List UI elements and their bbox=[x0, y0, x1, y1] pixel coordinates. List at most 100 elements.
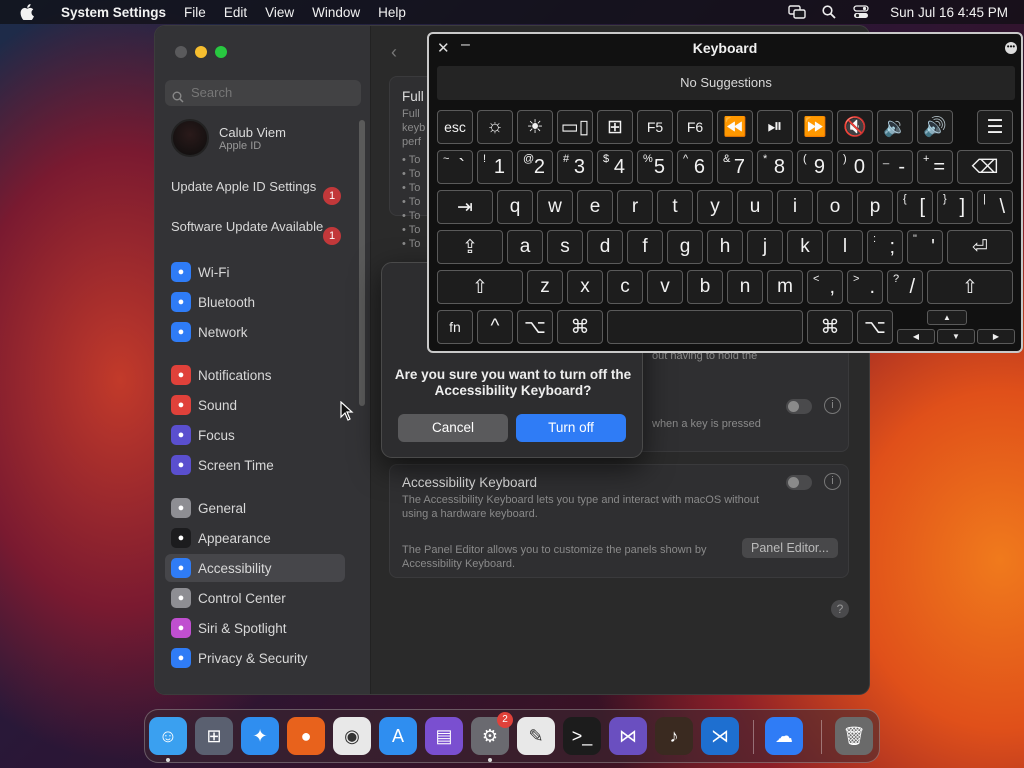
key-;[interactable]: :; bbox=[867, 230, 903, 264]
info-icon[interactable]: i bbox=[824, 473, 841, 490]
key-q[interactable]: q bbox=[497, 190, 533, 224]
sidebar-item-privacy-security[interactable]: ● Privacy & Security bbox=[165, 644, 345, 672]
sidebar-item-control-center[interactable]: ● Control Center bbox=[165, 584, 345, 612]
key-'[interactable]: " ' bbox=[907, 230, 943, 264]
key-4[interactable]: $4 bbox=[597, 150, 633, 184]
finder-icon[interactable]: ☺ bbox=[149, 717, 187, 755]
volume-up-icon[interactable]: 🔊 bbox=[917, 110, 953, 144]
mute-icon[interactable]: 🔇 bbox=[837, 110, 873, 144]
delete-icon[interactable]: ⌫ bbox=[957, 150, 1013, 184]
search-input[interactable]: Search bbox=[165, 80, 361, 106]
key-5[interactable]: % 5 bbox=[637, 150, 673, 184]
firefox-icon[interactable]: ● bbox=[287, 717, 325, 755]
sidebar-item-screen-time[interactable]: ● Screen Time bbox=[165, 451, 345, 479]
apple-menu-icon[interactable] bbox=[18, 3, 36, 21]
arrow-up-key[interactable]: ▲ bbox=[927, 310, 967, 325]
menu-clock[interactable]: Sun Jul 16 4:45 PM bbox=[890, 5, 1008, 20]
close-window-button[interactable] bbox=[175, 46, 187, 58]
fast-forward-icon[interactable]: ⏩ bbox=[797, 110, 833, 144]
key-j[interactable]: j bbox=[747, 230, 783, 264]
control-icon[interactable]: ^ bbox=[477, 310, 513, 344]
key-m[interactable]: m bbox=[767, 270, 803, 304]
shift-icon[interactable]: ⇧ bbox=[437, 270, 523, 304]
menu-window[interactable]: Window bbox=[303, 5, 369, 20]
menu-app-name[interactable]: System Settings bbox=[52, 5, 175, 20]
option-icon[interactable]: ⌥ bbox=[517, 310, 553, 344]
safari-icon[interactable]: ✦ bbox=[241, 717, 279, 755]
visual-studio-icon[interactable]: ⋈ bbox=[609, 717, 647, 755]
sidebar-scrollbar[interactable] bbox=[359, 120, 365, 406]
key-\[interactable]: | \ bbox=[977, 190, 1013, 224]
key-9[interactable]: (9 bbox=[797, 150, 833, 184]
menu-help[interactable]: Help bbox=[369, 5, 415, 20]
key-d[interactable]: d bbox=[587, 230, 623, 264]
options-icon[interactable]: ☰ bbox=[977, 110, 1013, 144]
key-p[interactable]: p bbox=[857, 190, 893, 224]
play-pause-icon[interactable]: ⏯ bbox=[757, 110, 793, 144]
key-6[interactable]: ^ 6 bbox=[677, 150, 713, 184]
brightness-up-icon[interactable]: ☀ bbox=[517, 110, 553, 144]
sidebar-item-accessibility[interactable]: ● Accessibility bbox=[165, 554, 345, 582]
key-z[interactable]: z bbox=[527, 270, 563, 304]
key-y[interactable]: y bbox=[697, 190, 733, 224]
terminal-icon[interactable]: >_ bbox=[563, 717, 601, 755]
key-v[interactable]: v bbox=[647, 270, 683, 304]
garageband-icon[interactable]: ♪ bbox=[655, 717, 693, 755]
sidebar-item-general[interactable]: ● General bbox=[165, 494, 345, 522]
key-h[interactable]: h bbox=[707, 230, 743, 264]
key-u[interactable]: u bbox=[737, 190, 773, 224]
panel-options-icon[interactable]: ••• bbox=[1005, 42, 1017, 54]
spotlight-search-icon[interactable] bbox=[816, 5, 842, 19]
key-esc[interactable]: esc bbox=[437, 110, 473, 144]
apple-id-profile[interactable]: Calub Viem Apple ID bbox=[171, 119, 286, 157]
volume-down-icon[interactable]: 🔉 bbox=[877, 110, 913, 144]
suggestions-bar[interactable]: No Suggestions bbox=[437, 66, 1015, 100]
textedit-icon[interactable]: ✎ bbox=[517, 717, 555, 755]
key-c[interactable]: c bbox=[607, 270, 643, 304]
cancel-button[interactable]: Cancel bbox=[398, 414, 508, 442]
panel-editor-button[interactable]: Panel Editor... bbox=[742, 538, 838, 558]
accessibility-keyboard-toggle[interactable] bbox=[786, 475, 812, 490]
turn-off-button[interactable]: Turn off bbox=[516, 414, 626, 442]
key-=[interactable]: + = bbox=[917, 150, 953, 184]
back-chevron-icon[interactable]: ‹ bbox=[391, 42, 397, 63]
key-x[interactable]: x bbox=[567, 270, 603, 304]
key-o[interactable]: o bbox=[817, 190, 853, 224]
rewind-icon[interactable]: ⏪ bbox=[717, 110, 753, 144]
command-icon[interactable]: ⌘ bbox=[557, 310, 603, 344]
podcasts-icon[interactable]: ▤ bbox=[425, 717, 463, 755]
key-0[interactable]: ) 0 bbox=[837, 150, 873, 184]
notice-software-update[interactable]: Software Update Available 1 bbox=[171, 219, 351, 245]
key-r[interactable]: r bbox=[617, 190, 653, 224]
sidebar-item-sound[interactable]: ● Sound bbox=[165, 391, 345, 419]
arrow-down-key[interactable]: ▼ bbox=[937, 329, 975, 344]
launchpad-icon[interactable]: ⊞ bbox=[195, 717, 233, 755]
key-3[interactable]: #3 bbox=[557, 150, 593, 184]
key-7[interactable]: & 7 bbox=[717, 150, 753, 184]
command-icon[interactable]: ⌘ bbox=[807, 310, 853, 344]
zoom-window-button[interactable] bbox=[215, 46, 227, 58]
key-fn[interactable]: fn bbox=[437, 310, 473, 344]
key-f[interactable]: f bbox=[627, 230, 663, 264]
key-,[interactable]: <, bbox=[807, 270, 843, 304]
key-i[interactable]: i bbox=[777, 190, 813, 224]
launchpad-icon[interactable]: ⊞ bbox=[597, 110, 633, 144]
key-8[interactable]: * 8 bbox=[757, 150, 793, 184]
key-g[interactable]: g bbox=[667, 230, 703, 264]
help-button[interactable]: ? bbox=[831, 600, 849, 618]
brightness-down-icon[interactable]: ☼ bbox=[477, 110, 513, 144]
system-settings-icon[interactable]: ⚙ 2 bbox=[471, 712, 513, 755]
key-2[interactable]: @2 bbox=[517, 150, 553, 184]
mission-control-icon[interactable]: ▭▯ bbox=[557, 110, 593, 144]
sidebar-item-notifications[interactable]: ● Notifications bbox=[165, 361, 345, 389]
sidebar-item-network[interactable]: ● Network bbox=[165, 318, 345, 346]
tab-icon[interactable]: ⇥ bbox=[437, 190, 493, 224]
weather-icon[interactable]: ☁ bbox=[765, 717, 803, 755]
sidebar-item-bluetooth[interactable]: ● Bluetooth bbox=[165, 288, 345, 316]
key-a[interactable]: a bbox=[507, 230, 543, 264]
app-store-icon[interactable]: A bbox=[379, 717, 417, 755]
option-icon[interactable]: ⌥ bbox=[857, 310, 893, 344]
key-n[interactable]: n bbox=[727, 270, 763, 304]
sidebar-item-wi-fi[interactable]: ● Wi-Fi bbox=[165, 258, 345, 286]
caps-lock-icon[interactable]: ⇪ bbox=[437, 230, 503, 264]
